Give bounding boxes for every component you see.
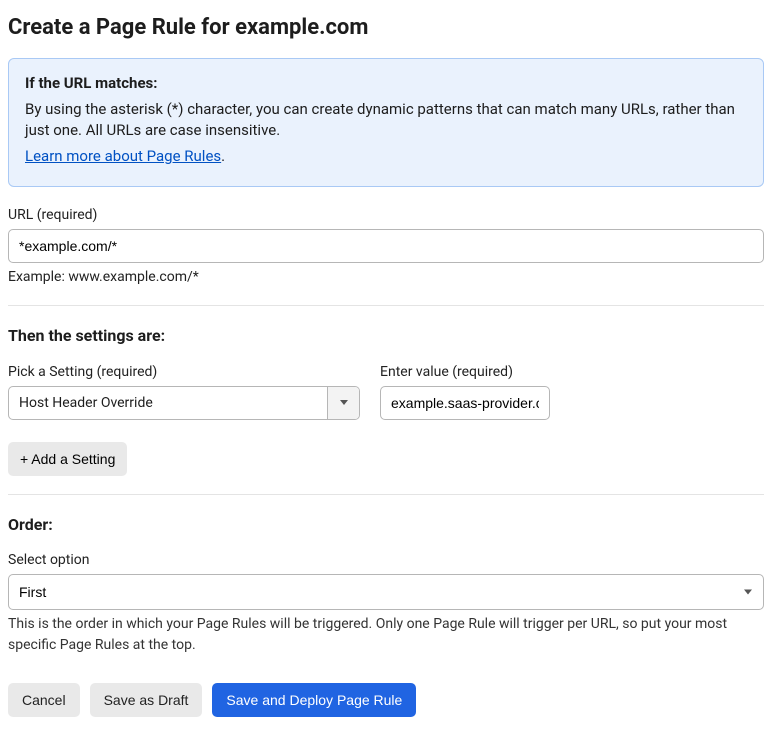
setting-select[interactable]: Host Header Override	[8, 386, 360, 420]
picker-label: Pick a Setting (required)	[8, 362, 360, 382]
learn-more-link[interactable]: Learn more about Page Rules	[25, 147, 221, 165]
save-draft-button[interactable]: Save as Draft	[90, 683, 203, 717]
add-setting-button[interactable]: + Add a Setting	[8, 442, 127, 476]
divider	[8, 305, 764, 306]
order-label: Select option	[8, 550, 764, 570]
page-title: Create a Page Rule for example.com	[8, 12, 764, 44]
order-select[interactable]: First	[8, 574, 764, 610]
cancel-button[interactable]: Cancel	[8, 683, 80, 717]
info-link-line: Learn more about Page Rules.	[25, 146, 747, 168]
url-input[interactable]	[8, 229, 764, 263]
url-example: Example: www.example.com/*	[8, 267, 764, 287]
divider	[8, 494, 764, 495]
url-label: URL (required)	[8, 205, 764, 225]
chevron-down-icon	[340, 400, 348, 405]
value-label: Enter value (required)	[380, 362, 550, 382]
settings-row: Pick a Setting (required) Host Header Ov…	[8, 362, 764, 420]
order-description: This is the order in which your Page Rul…	[8, 614, 764, 655]
save-deploy-button[interactable]: Save and Deploy Page Rule	[212, 683, 416, 717]
settings-heading: Then the settings are:	[8, 324, 764, 347]
action-buttons: Cancel Save as Draft Save and Deploy Pag…	[8, 683, 764, 717]
setting-select-toggle[interactable]	[327, 387, 359, 419]
info-heading: If the URL matches:	[25, 73, 747, 95]
setting-select-value: Host Header Override	[9, 387, 327, 419]
value-input[interactable]	[380, 386, 550, 420]
info-body: By using the asterisk (*) character, you…	[25, 99, 747, 143]
info-period: .	[221, 147, 225, 165]
info-box: If the URL matches: By using the asteris…	[8, 58, 764, 187]
order-heading: Order:	[8, 513, 764, 536]
